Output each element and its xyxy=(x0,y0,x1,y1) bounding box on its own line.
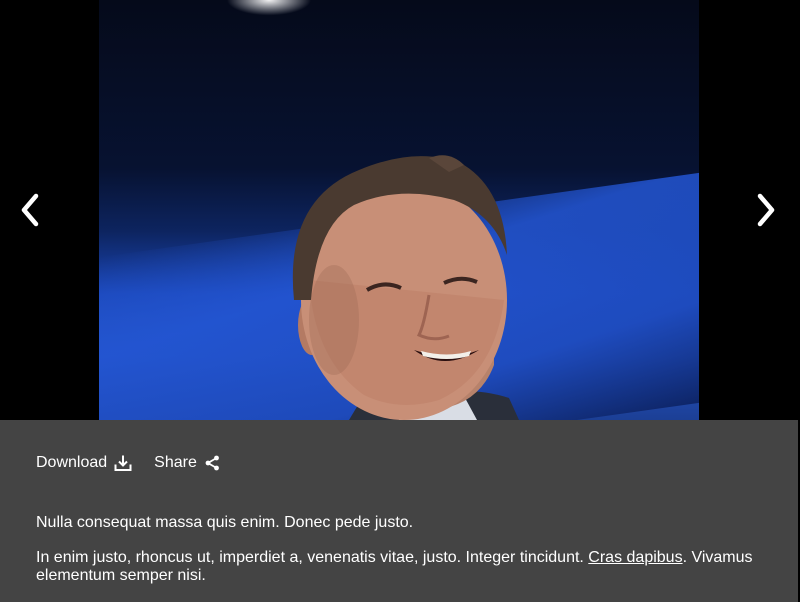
share-label: Share xyxy=(154,454,197,471)
image-info-panel: Download Share Nulla consequat massa qui… xyxy=(0,420,798,602)
download-icon xyxy=(114,455,132,471)
image-viewer xyxy=(0,0,800,420)
caption-line-2-text: In enim justo, rhoncus ut, imperdiet a, … xyxy=(36,549,589,566)
download-button[interactable]: Download xyxy=(36,454,132,472)
caption-line-1: Nulla consequat massa quis enim. Donec p… xyxy=(36,514,414,531)
share-icon xyxy=(205,455,219,471)
chevron-left-icon xyxy=(21,193,39,227)
previous-image-button[interactable] xyxy=(10,190,50,230)
caption-line-2: In enim justo, rhoncus ut, imperdiet a, … xyxy=(36,549,776,585)
image-caption: Nulla consequat massa quis enim. Donec p… xyxy=(36,514,776,585)
caption-link[interactable]: Cras dapibus xyxy=(588,549,682,566)
download-label: Download xyxy=(36,454,108,471)
photo-subject xyxy=(292,155,519,420)
next-image-button[interactable] xyxy=(746,190,786,230)
gallery-photo xyxy=(99,0,699,420)
chevron-right-icon xyxy=(757,193,775,227)
share-button[interactable]: Share xyxy=(154,454,220,472)
image-actions: Download Share xyxy=(36,454,220,472)
